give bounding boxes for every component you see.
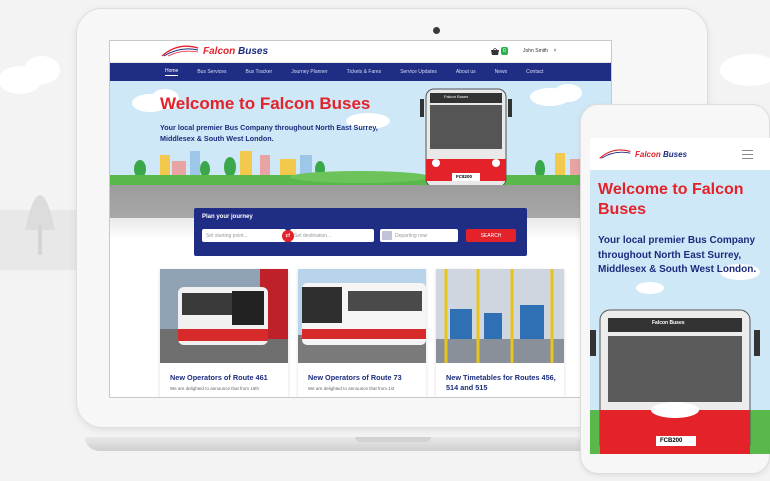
news-title: New Timetables for Routes 456, 514 and 5…	[446, 373, 556, 392]
site-header: Falcon Buses 0 John Smith ˅	[110, 41, 611, 63]
news-image-bus-interior	[436, 269, 564, 363]
depart-time-value: Departing now	[395, 232, 428, 239]
mobile-bus-plate: FCB200	[660, 438, 683, 444]
laptop-screen: Falcon Buses 0 John Smith ˅ Home Bus Ser…	[109, 40, 612, 398]
calendar-icon	[382, 231, 392, 240]
nav-bus-services[interactable]: Bus Services	[197, 69, 226, 75]
hero-subtitle: Your local premier Bus Company throughou…	[160, 123, 378, 143]
phone-screen: Falcon Buses Falcon Buses FCB200 Welcome…	[590, 138, 770, 454]
falcon-swoosh-icon	[599, 149, 631, 159]
nav-tickets-fares[interactable]: Tickets & Fares	[347, 69, 382, 75]
logo-text: Falcon Buses	[203, 45, 269, 57]
news-image-bus-461	[160, 269, 288, 363]
depart-time-select[interactable]: Departing now	[380, 229, 458, 242]
basket-icon	[491, 47, 499, 55]
user-name: John Smith	[523, 48, 549, 54]
nav-about-us[interactable]: About us	[456, 69, 476, 75]
site-logo[interactable]: Falcon Buses	[160, 44, 268, 58]
news-desc: We are delighted to announce that from 1…	[170, 386, 259, 391]
main-nav: Home Bus Services Bus Tracker Journey Pl…	[110, 63, 611, 81]
news-cards: New Operators of Route 461 We are deligh…	[160, 269, 564, 397]
destination-input[interactable]: Set destination...	[290, 229, 374, 242]
mobile-hero-title: Welcome to Falcon Buses	[598, 181, 744, 218]
hero-bus-header: Falcon Buses	[444, 94, 469, 99]
swap-icon[interactable]: ⇄	[282, 229, 294, 242]
mobile-logo[interactable]: Falcon Buses	[598, 148, 687, 160]
nav-home[interactable]: Home	[165, 68, 179, 76]
nav-bus-tracker[interactable]: Bus Tracker	[246, 69, 273, 75]
news-card[interactable]: New Timetables for Routes 456, 514 and 5…	[436, 269, 564, 397]
cart[interactable]: 0	[491, 47, 508, 55]
start-point-input[interactable]: Set starting point...	[202, 229, 286, 242]
news-card[interactable]: New Operators of Route 73 We are delight…	[298, 269, 426, 397]
search-button[interactable]: SEARCH	[466, 229, 516, 242]
planner-title: Plan your journey	[202, 214, 253, 220]
cart-count-badge: 0	[501, 47, 508, 55]
hero-banner: Welcome to Falcon Buses Your local premi…	[110, 81, 611, 185]
nav-contact[interactable]: Contact	[526, 69, 543, 75]
user-menu[interactable]: John Smith ˅	[523, 48, 557, 54]
hamburger-menu-icon[interactable]	[742, 150, 753, 162]
mobile-header: Falcon Buses	[590, 138, 770, 170]
webcam	[433, 27, 440, 34]
mobile-bus-header: Falcon Buses	[652, 320, 685, 326]
mobile-hero-subtitle: Your local premier Bus Company throughou…	[598, 235, 757, 275]
nav-news[interactable]: News	[495, 69, 508, 75]
bus-illustration	[420, 88, 512, 185]
news-image-bus-73	[298, 269, 426, 363]
news-title: New Operators of Route 73	[308, 373, 402, 382]
journey-planner: Plan your journey Set starting point... …	[194, 208, 527, 256]
news-desc: We are delighted to announce that from 1…	[308, 386, 395, 391]
hero-title: Welcome to Falcon Buses	[160, 94, 371, 113]
news-title: New Operators of Route 461	[170, 373, 268, 382]
falcon-swoosh-icon	[161, 45, 199, 57]
nav-journey-planner[interactable]: Journey Planner	[291, 69, 327, 75]
logo-text: Falcon Buses	[635, 149, 688, 159]
news-card[interactable]: New Operators of Route 461 We are deligh…	[160, 269, 288, 397]
hero-bus-plate: FC8200	[456, 174, 473, 179]
nav-service-updates[interactable]: Service Updates	[400, 69, 437, 75]
chevron-down-icon: ˅	[553, 48, 557, 54]
